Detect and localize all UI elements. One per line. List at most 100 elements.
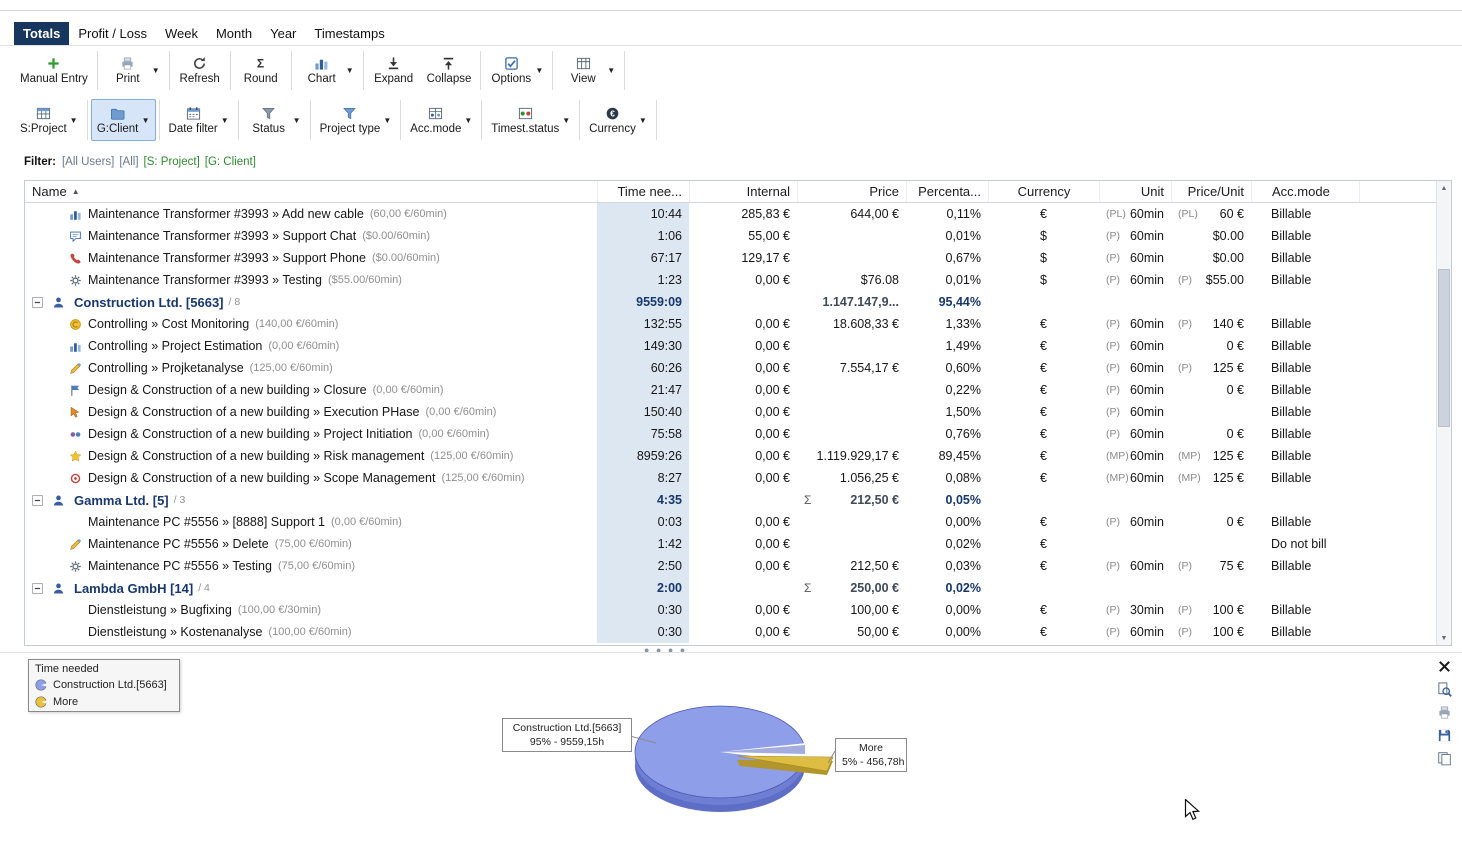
refresh-button[interactable]: Refresh	[173, 50, 227, 91]
project-type-button[interactable]: Project type▼	[314, 99, 398, 141]
currency-cell: €	[988, 533, 1099, 555]
task-row[interactable]: Dienstleistung » Bugfixing(100,00 €/30mi…	[25, 599, 1437, 621]
dropdown-arrow-icon[interactable]: ▼	[221, 116, 229, 125]
time-cell: 0:03	[597, 511, 689, 533]
close-icon[interactable]	[1436, 658, 1453, 675]
task-row[interactable]: Controlling » Projketanalyse(125,00 €/60…	[25, 357, 1437, 379]
group-row-gamma-ltd-5[interactable]: Gamma Ltd. [5]/ 34:35Σ212,50 €0,05%	[25, 489, 1437, 511]
dropdown-arrow-icon[interactable]: ▼	[152, 66, 160, 75]
task-row[interactable]: Design & Construction of a new building …	[25, 379, 1437, 401]
flag-icon	[67, 384, 83, 397]
acc-mode-button[interactable]: Acc.mode▼	[404, 99, 478, 141]
expand-icon	[386, 56, 401, 71]
collapse-button[interactable]: Collapse	[421, 50, 478, 91]
manual-entry-button[interactable]: Manual Entry	[14, 50, 94, 91]
task-row[interactable]: Controlling » Cost Monitoring(140,00 €/6…	[25, 313, 1437, 335]
scrollbar-thumb[interactable]	[1438, 269, 1450, 427]
task-row[interactable]: Maintenance Transformer #3993 » Add new …	[25, 203, 1437, 225]
time-cell: 1:42	[597, 533, 689, 555]
column-header-price-unit[interactable]: Price/Unit	[1171, 181, 1251, 202]
save-icon[interactable]	[1436, 727, 1453, 744]
column-header-currency[interactable]: Currency	[988, 181, 1099, 202]
percent-cell: 1,50%	[906, 401, 988, 423]
copy-icon[interactable]	[1436, 750, 1453, 767]
tab-profit-loss[interactable]: Profit / Loss	[69, 22, 156, 45]
gear-icon	[67, 560, 83, 573]
task-name: Design & Construction of a new building …	[88, 449, 424, 463]
task-row[interactable]: Dienstleistung » Kostenanalyse(100,00 €/…	[25, 621, 1437, 643]
pie-chart-graphic[interactable]	[0, 653, 1462, 848]
task-row[interactable]: Maintenance Transformer #3993 » Support …	[25, 225, 1437, 247]
scroll-up-arrow[interactable]: ▲	[1437, 181, 1451, 195]
round-button[interactable]: ΣRound	[234, 50, 288, 91]
currency-button[interactable]: €Currency▼	[583, 99, 653, 141]
price-cell: 644,00 €	[797, 203, 906, 225]
dropdown-arrow-icon[interactable]: ▼	[346, 66, 354, 75]
accmode-cell: Billable	[1251, 555, 1359, 577]
task-row[interactable]: Design & Construction of a new building …	[25, 467, 1437, 489]
expand-button[interactable]: Expand	[367, 50, 421, 91]
task-row[interactable]: Maintenance PC #5556 » [8888] Support 1(…	[25, 511, 1437, 533]
task-row[interactable]: Design & Construction of a new building …	[25, 401, 1437, 423]
column-header-percenta[interactable]: Percenta...	[906, 181, 988, 202]
task-row[interactable]: Maintenance Transformer #3993 » Testing(…	[25, 269, 1437, 291]
tab-timestamps[interactable]: Timestamps	[305, 22, 393, 45]
task-row[interactable]: Maintenance PC #5556 » Testing(75,00 €/6…	[25, 555, 1437, 577]
dropdown-arrow-icon[interactable]: ▼	[293, 116, 301, 125]
task-rate: (0,00 €/60min)	[425, 406, 496, 418]
column-header-internal[interactable]: Internal	[689, 181, 797, 202]
task-row[interactable]: Design & Construction of a new building …	[25, 423, 1437, 445]
main-toolbar: Manual EntryPrint▼RefreshΣRoundChart▼Exp…	[14, 48, 628, 93]
tab-month[interactable]: Month	[207, 22, 261, 45]
task-name: Maintenance Transformer #3993 » Support …	[88, 229, 356, 243]
g-client-button[interactable]: G:Client▼	[91, 99, 156, 141]
task-row[interactable]: Controlling » Project Estimation(0,00 €/…	[25, 335, 1437, 357]
unit-cell	[1099, 577, 1171, 599]
tab-week[interactable]: Week	[156, 22, 207, 45]
options-button[interactable]: Options▼	[484, 50, 549, 91]
currency-cell: €	[988, 335, 1099, 357]
date-filter-button[interactable]: Date filter▼	[163, 99, 235, 141]
group-row-lambda-gmbh-14[interactable]: Lambda GmbH [14]/ 42:00Σ250,00 €0,02%	[25, 577, 1437, 599]
status-button[interactable]: Status ▼	[242, 99, 307, 141]
column-header-price[interactable]: Price	[797, 181, 906, 202]
task-rate: (75,00 €/60min)	[278, 560, 355, 572]
price-cell: Σ250,00 €	[797, 577, 906, 599]
dropdown-arrow-icon[interactable]: ▼	[535, 66, 543, 75]
column-header-time-nee[interactable]: Time nee...	[597, 181, 689, 202]
dropdown-arrow-icon[interactable]: ▼	[607, 66, 615, 75]
filter-segment: [S: Project]	[144, 156, 200, 168]
project-type-label: Project type	[320, 123, 381, 135]
accmode-cell	[1251, 291, 1359, 313]
column-header-name[interactable]: Name▲	[25, 181, 597, 202]
s-project-button[interactable]: S:Project▼	[14, 99, 84, 141]
price-unit-cell: (P)140 €	[1171, 313, 1251, 335]
dropdown-arrow-icon[interactable]: ▼	[383, 116, 391, 125]
price-unit-cell: (MP)125 €	[1171, 445, 1251, 467]
tab-totals[interactable]: Totals	[14, 22, 69, 45]
dropdown-arrow-icon[interactable]: ▼	[464, 116, 472, 125]
percent-cell: 0,02%	[906, 577, 988, 599]
task-row[interactable]: Maintenance PC #5556 » Delete(75,00 €/60…	[25, 533, 1437, 555]
chart-button[interactable]: Chart▼	[295, 50, 360, 91]
print-icon[interactable]	[1436, 704, 1453, 721]
column-header-acc-mode[interactable]: Acc.mode	[1251, 181, 1359, 202]
s-project-label: S:Project	[20, 123, 67, 135]
view-button[interactable]: View▼	[556, 50, 621, 91]
dropdown-arrow-icon[interactable]: ▼	[142, 116, 150, 125]
dropdown-arrow-icon[interactable]: ▼	[70, 116, 78, 125]
task-row[interactable]: Design & Construction of a new building …	[25, 445, 1437, 467]
column-header-unit[interactable]: Unit	[1099, 181, 1171, 202]
tab-year[interactable]: Year	[261, 22, 305, 45]
status-label: Status	[252, 123, 285, 135]
task-name: Design & Construction of a new building …	[88, 405, 419, 419]
zoom-doc-icon[interactable]	[1436, 681, 1453, 698]
scroll-down-arrow[interactable]: ▼	[1437, 631, 1451, 645]
vertical-scrollbar[interactable]: ▲ ▼	[1436, 181, 1451, 645]
group-row-construction-ltd-5663[interactable]: Construction Ltd. [5663]/ 89559:091.147.…	[25, 291, 1437, 313]
timest-status-button[interactable]: Timest.status▼	[485, 99, 576, 141]
dropdown-arrow-icon[interactable]: ▼	[562, 116, 570, 125]
task-row[interactable]: Maintenance Transformer #3993 » Support …	[25, 247, 1437, 269]
print-button[interactable]: Print▼	[101, 50, 166, 91]
dropdown-arrow-icon[interactable]: ▼	[639, 116, 647, 125]
